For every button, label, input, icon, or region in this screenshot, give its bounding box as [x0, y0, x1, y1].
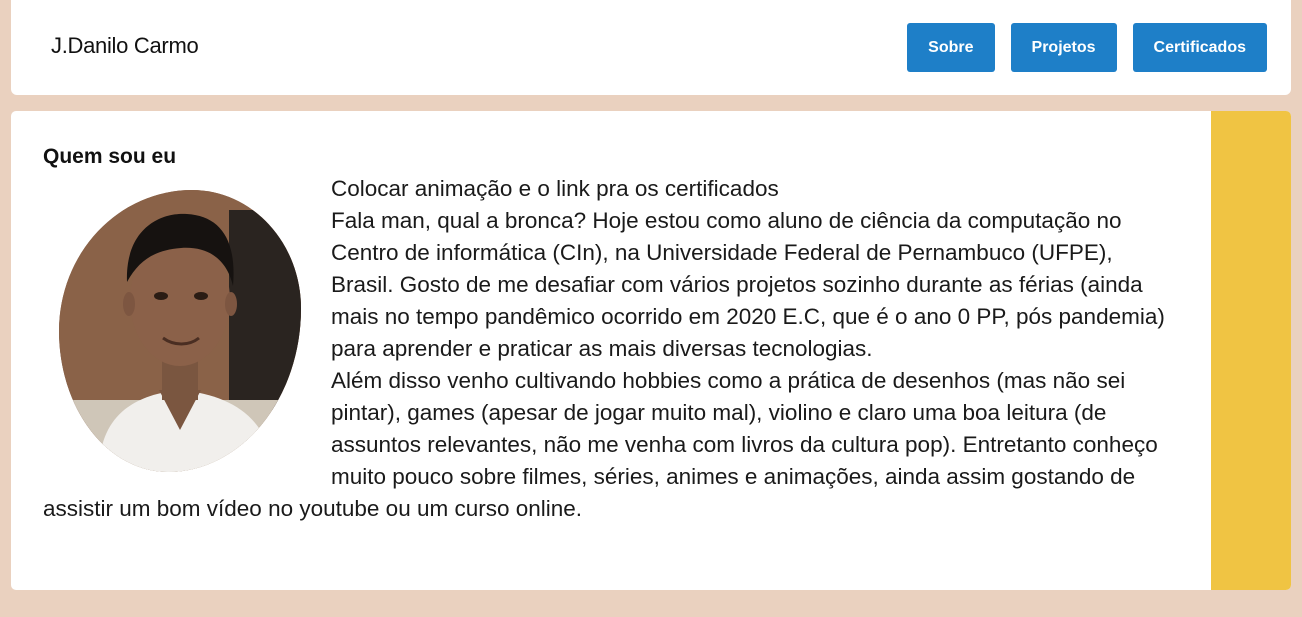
nav-certificados-button[interactable]: Certificados	[1132, 23, 1267, 72]
section-title: Quem sou eu	[43, 145, 177, 168]
nav-bar: Sobre Projetos Certificados	[907, 23, 1267, 72]
site-title: J.Danilo Carmo	[51, 33, 199, 58]
about-content: Colocar animação e o link pra os certifi…	[43, 173, 1178, 525]
accent-bar	[1211, 111, 1291, 590]
nav-projetos-button[interactable]: Projetos	[1010, 23, 1117, 72]
header: J.Danilo Carmo Sobre Projetos Certificad…	[11, 0, 1291, 95]
about-card: Quem sou eu Colocar animação e o link pr…	[11, 111, 1291, 590]
nav-sobre-button[interactable]: Sobre	[907, 23, 995, 72]
